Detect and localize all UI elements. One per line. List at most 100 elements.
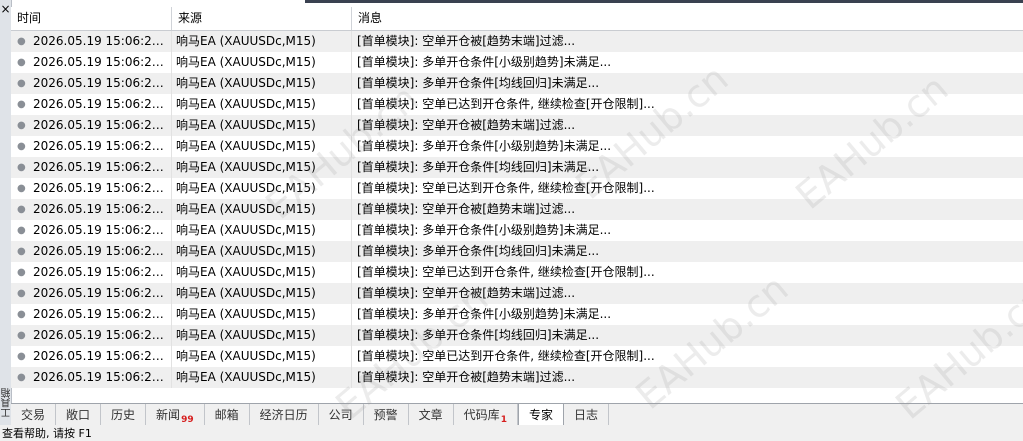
tab-11[interactable]: 日志 (564, 404, 609, 426)
cell-source: 响马EA (XAUUSDc,M15) (172, 52, 352, 73)
table-row[interactable]: ● 2026.05.19 15:06:24.1... 响马EA (XAUUSDc,M… (11, 241, 1023, 262)
cell-source: 响马EA (XAUUSDc,M15) (172, 325, 352, 346)
log-bullet-icon: ● (17, 372, 26, 383)
time-text: 2026.05.19 15:06:23.0... (33, 160, 169, 174)
cell-message: [首单模块]: 多单开仓条件[均线回归]未满足... (357, 244, 600, 258)
tab-label: 新闻 (156, 408, 181, 422)
header-time[interactable]: 时间 (11, 7, 172, 30)
tab-0[interactable]: 交易 (11, 404, 57, 426)
cell-source: 响马EA (XAUUSDc,M15) (172, 283, 352, 304)
tab-2[interactable]: 历史 (101, 404, 147, 426)
cell-time: ● 2026.05.19 15:06:24.4... (11, 346, 172, 367)
time-text: 2026.05.19 15:06:23.0... (33, 139, 169, 153)
table-row[interactable]: ● 2026.05.19 15:06:24.4... 响马EA (XAUUSDc,M… (11, 367, 1023, 388)
table-row[interactable]: ● 2026.05.19 15:06:24.4... 响马EA (XAUUSDc,M… (11, 346, 1023, 367)
table-row[interactable]: ● 2026.05.19 15:06:24.1... 响马EA (XAUUSDc,M… (11, 262, 1023, 283)
table-row[interactable]: ● 2026.05.19 15:06:23.0... 响马EA (XAUUSDc,M… (11, 178, 1023, 199)
table-row[interactable]: ● 2026.05.19 15:06:24.4... 响马EA (XAUUSDc,M… (11, 325, 1023, 346)
log-bullet-icon: ● (17, 36, 26, 47)
tab-5[interactable]: 经济日历 (250, 404, 319, 426)
table-row[interactable]: ● 2026.05.19 15:06:23.0... 响马EA (XAUUSDc,M… (11, 157, 1023, 178)
cell-time: ● 2026.05.19 15:06:22.0... (11, 115, 172, 136)
cell-source: 响马EA (XAUUSDc,M15) (172, 31, 352, 52)
tab-1[interactable]: 敞口 (56, 404, 102, 426)
cell-message: [首单模块]: 多单开仓条件[小级别趋势]未满足... (357, 139, 612, 153)
time-text: 2026.05.19 15:06:23.0... (33, 181, 169, 195)
cell-time: ● 2026.05.19 15:06:24.1... (11, 220, 172, 241)
cell-source: 响马EA (XAUUSDc,M15) (172, 241, 352, 262)
log-bullet-icon: ● (17, 99, 26, 110)
time-text: 2026.05.19 15:06:24.4... (33, 328, 169, 342)
cell-source: 响马EA (XAUUSDc,M15) (172, 178, 352, 199)
table-row[interactable]: ● 2026.05.19 15:06:22.0... 响马EA (XAUUSDc,M… (11, 52, 1023, 73)
top-border (305, 0, 1023, 3)
log-bullet-icon: ● (17, 204, 26, 215)
cell-message: [首单模块]: 空单开仓被[趋势末端]过滤... (357, 370, 576, 384)
cell-time: ● 2026.05.19 15:06:24.1... (11, 283, 172, 304)
cell-message: [首单模块]: 多单开仓条件[均线回归]未满足... (357, 328, 600, 342)
tab-8[interactable]: 文章 (409, 404, 454, 426)
tab-4[interactable]: 邮箱 (205, 404, 250, 426)
tab-7[interactable]: 预警 (364, 404, 409, 426)
cell-message: [首单模块]: 空单开仓被[趋势末端]过滤... (357, 202, 576, 216)
log-bullet-icon: ● (17, 225, 26, 236)
cell-message: [首单模块]: 空单已达到开仓条件, 继续检查[开仓限制]... (357, 181, 655, 195)
cell-source: 响马EA (XAUUSDc,M15) (172, 304, 352, 325)
close-icon[interactable]: × (0, 3, 11, 15)
cell-message: [首单模块]: 空单已达到开仓条件, 继续检查[开仓限制]... (357, 349, 655, 363)
cell-time: ● 2026.05.19 15:06:23.0... (11, 157, 172, 178)
table-row[interactable]: ● 2026.05.19 15:06:22.0... 响马EA (XAUUSDc,M… (11, 115, 1023, 136)
cell-source: 响马EA (XAUUSDc,M15) (172, 115, 352, 136)
header-message[interactable]: 消息 (352, 7, 1023, 30)
cell-message: [首单模块]: 空单开仓被[趋势末端]过滤... (357, 118, 576, 132)
time-text: 2026.05.19 15:06:24.1... (33, 265, 169, 279)
table-row[interactable]: ● 2026.05.19 15:06:22.0... 响马EA (XAUUSDc,M… (11, 94, 1023, 115)
cell-message: [首单模块]: 空单已达到开仓条件, 继续检查[开仓限制]... (357, 97, 655, 111)
cell-time: ● 2026.05.19 15:06:23.0... (11, 136, 172, 157)
log-bullet-icon: ● (17, 351, 26, 362)
cell-source: 响马EA (XAUUSDc,M15) (172, 346, 352, 367)
tab-label: 经济日历 (259, 408, 308, 422)
cell-source: 响马EA (XAUUSDc,M15) (172, 367, 352, 388)
tab-label: 敞口 (66, 408, 91, 422)
toolbox-label: 工具箱 (2, 388, 13, 418)
time-text: 2026.05.19 15:06:24.4... (33, 370, 169, 384)
time-text: 2026.05.19 15:06:24.4... (33, 307, 169, 321)
cell-time: ● 2026.05.19 15:06:22.0... (11, 73, 172, 94)
tab-10[interactable]: 专家 (517, 404, 564, 426)
cell-message: [首单模块]: 空单开仓被[趋势末端]过滤... (357, 286, 576, 300)
cell-source: 响马EA (XAUUSDc,M15) (172, 199, 352, 220)
cell-time: ● 2026.05.19 15:06:22.0... (11, 52, 172, 73)
cell-message: [首单模块]: 多单开仓条件[小级别趋势]未满足... (357, 307, 612, 321)
cell-time: ● 2026.05.19 15:06:24.4... (11, 304, 172, 325)
cell-source: 响马EA (XAUUSDc,M15) (172, 157, 352, 178)
table-row[interactable]: ● 2026.05.19 15:06:24.1... 响马EA (XAUUSDc,M… (11, 283, 1023, 304)
table-row[interactable]: ● 2026.05.19 15:06:24.4... 响马EA (XAUUSDc,M… (11, 304, 1023, 325)
tab-9[interactable]: 代码库1 (454, 404, 518, 426)
cell-source: 响马EA (XAUUSDc,M15) (172, 94, 352, 115)
table-row[interactable]: ● 2026.05.19 15:06:24.1... 响马EA (XAUUSDc,M… (11, 220, 1023, 241)
cell-time: ● 2026.05.19 15:06:24.1... (11, 241, 172, 262)
time-text: 2026.05.19 15:06:22.0... (33, 76, 169, 90)
table-row[interactable]: ● 2026.05.19 15:06:23.0... 响马EA (XAUUSDc,M… (11, 136, 1023, 157)
log-bullet-icon: ● (17, 57, 26, 68)
tab-6[interactable]: 公司 (319, 404, 364, 426)
time-text: 2026.05.19 15:06:23.0... (33, 202, 169, 216)
cell-message: [首单模块]: 多单开仓条件[小级别趋势]未满足... (357, 223, 612, 237)
tab-label: 日志 (573, 408, 598, 422)
time-text: 2026.05.19 15:06:24.1... (33, 244, 169, 258)
cell-time: ● 2026.05.19 15:06:23.0... (11, 199, 172, 220)
header-source[interactable]: 来源 (172, 7, 352, 30)
cell-source: 响马EA (XAUUSDc,M15) (172, 136, 352, 157)
cell-source: 响马EA (XAUUSDc,M15) (172, 73, 352, 94)
cell-time: ● 2026.05.19 15:06:24.4... (11, 325, 172, 346)
time-text: 2026.05.19 15:06:24.4... (33, 349, 169, 363)
cell-message: [首单模块]: 多单开仓条件[均线回归]未满足... (357, 160, 600, 174)
tab-3[interactable]: 新闻99 (146, 404, 205, 426)
tab-badge: 99 (181, 415, 194, 425)
table-row[interactable]: ● 2026.05.19 15:06:22.0... 响马EA (XAUUSDc,M… (11, 73, 1023, 94)
table-row[interactable]: ● 2026.05.19 15:06:23.0... 响马EA (XAUUSDc,M… (11, 199, 1023, 220)
tab-label: 文章 (418, 408, 443, 422)
table-row[interactable]: ● 2026.05.19 15:06:21.9... 响马EA (XAUUSDc,M… (11, 31, 1023, 52)
tab-label: 邮箱 (214, 408, 239, 422)
